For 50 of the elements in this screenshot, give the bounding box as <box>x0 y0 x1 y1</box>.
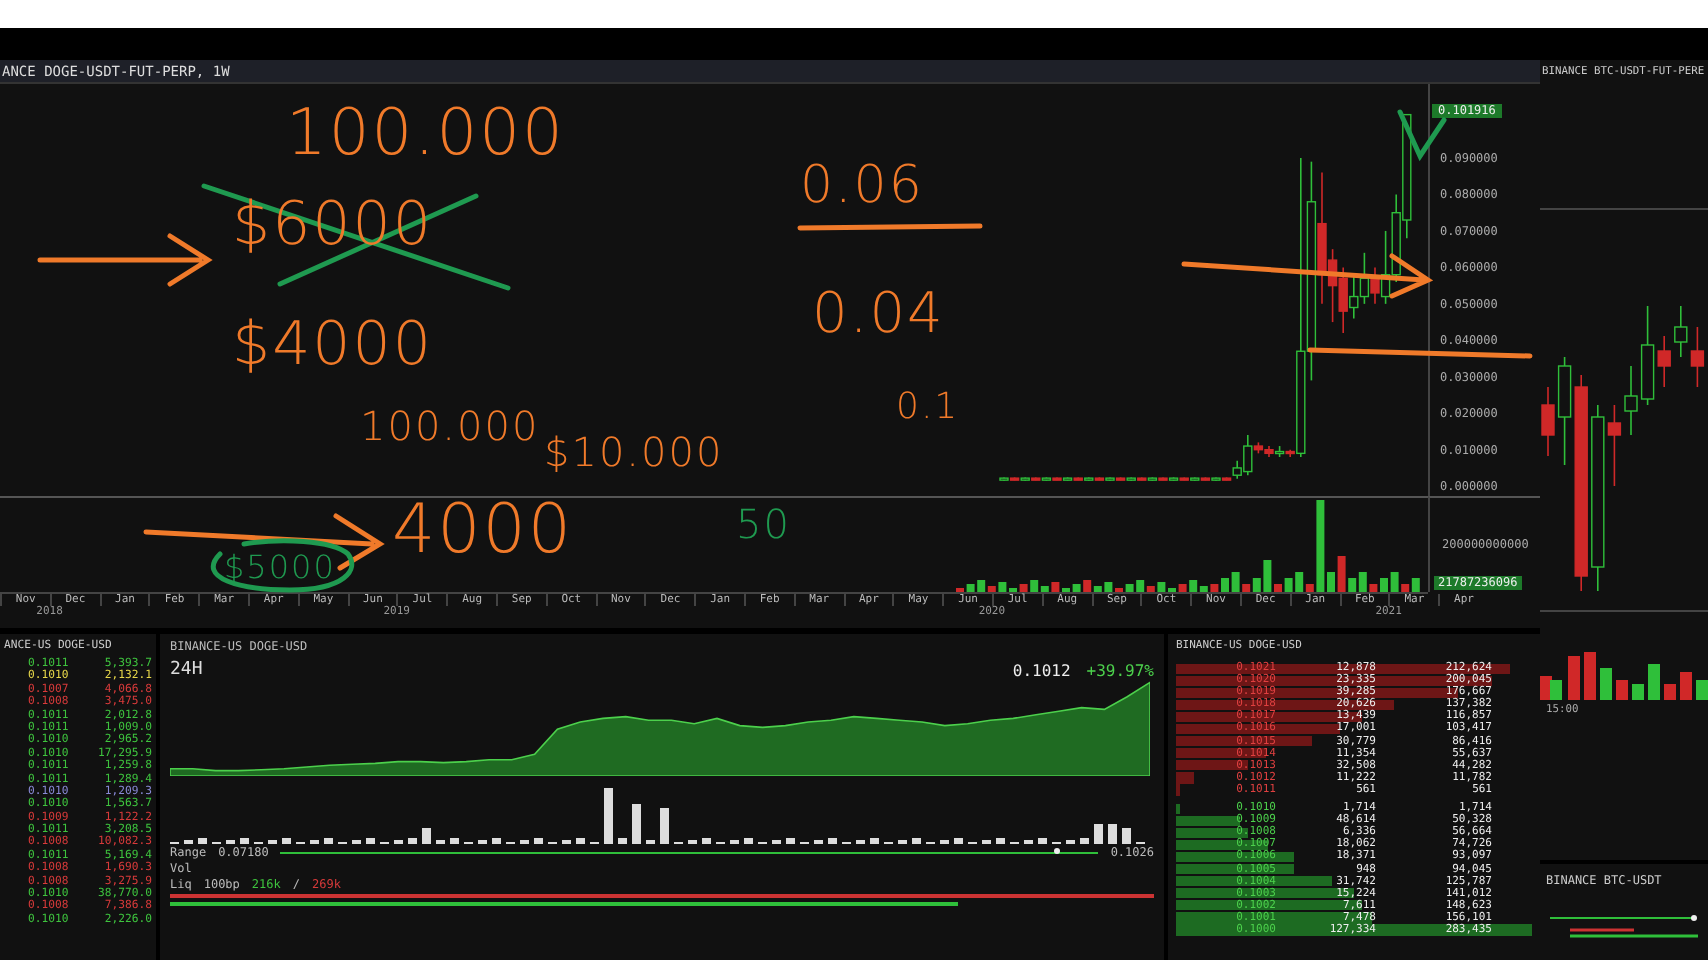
handwritten-note: 100.000 <box>286 100 565 164</box>
volume-bar <box>1600 668 1612 700</box>
volume-bar <box>576 838 585 844</box>
volume-bar <box>618 838 627 844</box>
volume-bar <box>744 838 753 844</box>
volume-bar <box>632 804 641 844</box>
volume-bar <box>954 838 963 844</box>
volume-bar <box>1108 824 1117 844</box>
period-label: 24H <box>170 660 203 680</box>
volume-bar <box>1568 656 1580 700</box>
volume-bar <box>604 788 613 844</box>
volume-bar <box>1664 684 1676 700</box>
volume-bar <box>422 828 431 844</box>
volume-bar <box>1080 838 1089 844</box>
volume-bar <box>1094 824 1103 844</box>
volume-bar <box>408 838 417 844</box>
volume-bar <box>1616 680 1628 700</box>
handwritten-note: 50 <box>736 504 791 544</box>
handwritten-note: 0.06 <box>800 160 924 212</box>
volume-bar <box>1632 684 1644 700</box>
volume-bar <box>660 808 669 844</box>
last-price: 0.1012 <box>1012 662 1071 680</box>
volume-bar <box>534 838 543 844</box>
handwritten-note: 100.000 <box>360 406 540 446</box>
volume-bar <box>702 838 711 844</box>
volume-bar <box>912 838 921 844</box>
volume-bar <box>870 838 879 844</box>
volume-bar <box>1648 664 1660 700</box>
volume-bar <box>366 838 375 844</box>
handwritten-note: $5000 <box>224 552 336 584</box>
volume-bar <box>828 838 837 844</box>
volume-bar <box>492 838 501 844</box>
handwritten-note: 4000 <box>392 496 574 564</box>
volume-bar <box>1680 672 1692 700</box>
volume-bar <box>1122 828 1131 844</box>
handwritten-note: $4000 <box>232 316 433 376</box>
price-change: +39.97% <box>1086 662 1154 680</box>
volume-bar <box>282 838 291 844</box>
volume-bar <box>198 838 207 844</box>
handwritten-note: 0.04 <box>812 286 945 342</box>
volume-bar <box>1038 838 1047 844</box>
volume-bar <box>786 838 795 844</box>
volume-bar <box>240 838 249 844</box>
volume-bar <box>324 838 333 844</box>
volume-bar <box>1696 680 1708 700</box>
handwritten-note: $10.000 <box>544 432 724 472</box>
volume-bar <box>996 838 1005 844</box>
volume-bar <box>450 838 459 844</box>
volume-bar <box>1584 652 1596 700</box>
handwritten-note: 0.1 <box>896 390 960 426</box>
